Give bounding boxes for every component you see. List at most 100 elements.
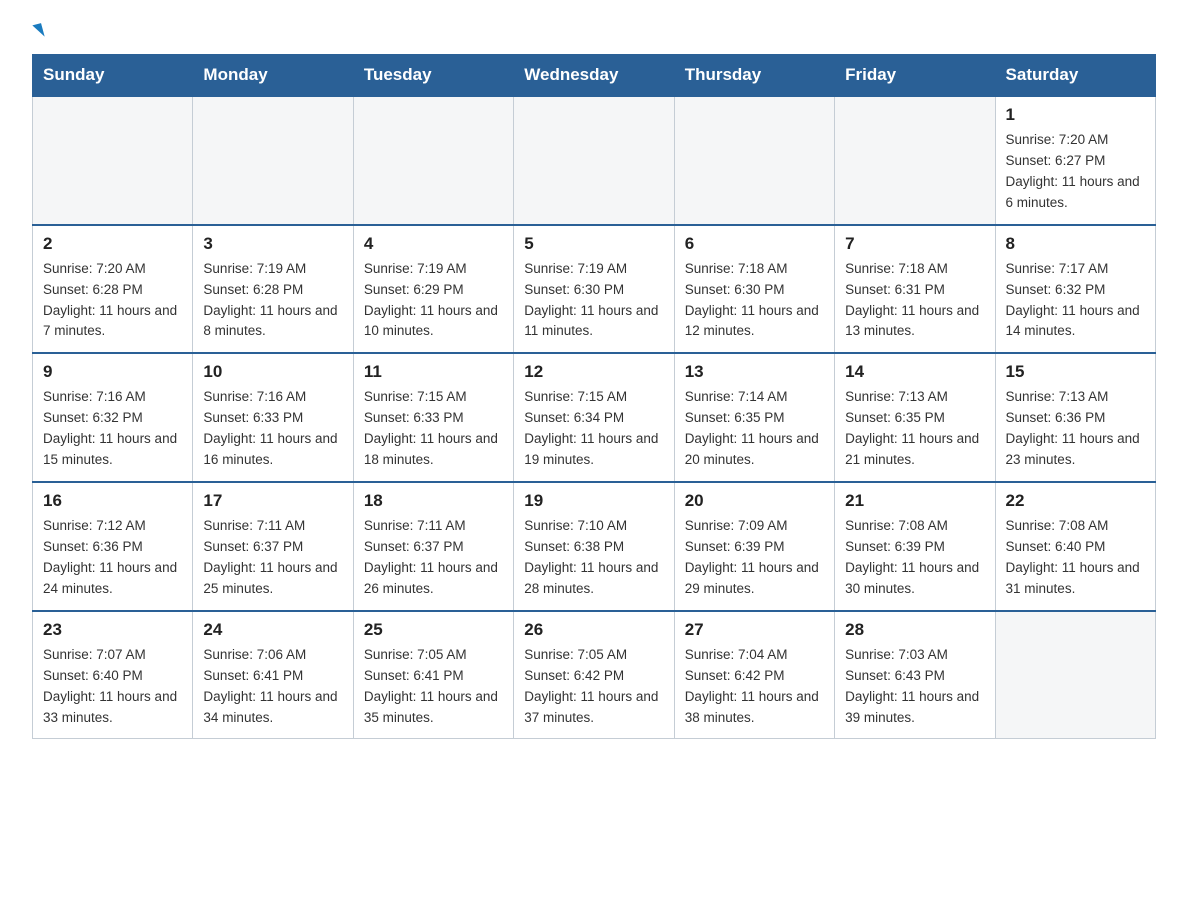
calendar-cell: 19 Sunrise: 7:10 AMSunset: 6:38 PMDayligh…	[514, 482, 674, 611]
calendar-cell: 24 Sunrise: 7:06 AMSunset: 6:41 PMDayligh…	[193, 611, 353, 739]
calendar-cell	[514, 96, 674, 225]
calendar-cell	[353, 96, 513, 225]
day-of-week-header: Monday	[193, 55, 353, 97]
day-info: Sunrise: 7:17 AMSunset: 6:32 PMDaylight:…	[1006, 259, 1145, 343]
calendar-cell: 17 Sunrise: 7:11 AMSunset: 6:37 PMDayligh…	[193, 482, 353, 611]
calendar-cell: 13 Sunrise: 7:14 AMSunset: 6:35 PMDayligh…	[674, 353, 834, 482]
day-info: Sunrise: 7:16 AMSunset: 6:32 PMDaylight:…	[43, 387, 182, 471]
calendar-cell: 18 Sunrise: 7:11 AMSunset: 6:37 PMDayligh…	[353, 482, 513, 611]
day-of-week-header: Sunday	[33, 55, 193, 97]
day-of-week-header: Friday	[835, 55, 995, 97]
calendar-cell: 4 Sunrise: 7:19 AMSunset: 6:29 PMDaylight…	[353, 225, 513, 354]
day-number: 1	[1006, 105, 1145, 125]
day-info: Sunrise: 7:19 AMSunset: 6:29 PMDaylight:…	[364, 259, 503, 343]
day-of-week-header: Thursday	[674, 55, 834, 97]
calendar-cell	[835, 96, 995, 225]
day-info: Sunrise: 7:11 AMSunset: 6:37 PMDaylight:…	[203, 516, 342, 600]
day-number: 20	[685, 491, 824, 511]
calendar-cell: 6 Sunrise: 7:18 AMSunset: 6:30 PMDaylight…	[674, 225, 834, 354]
day-number: 11	[364, 362, 503, 382]
calendar-week-row: 1 Sunrise: 7:20 AMSunset: 6:27 PMDaylight…	[33, 96, 1156, 225]
calendar-week-row: 23Sunrise: 7:07 AMSunset: 6:40 PMDayligh…	[33, 611, 1156, 739]
day-number: 24	[203, 620, 342, 640]
day-info: Sunrise: 7:20 AMSunset: 6:27 PMDaylight:…	[1006, 130, 1145, 214]
day-info: Sunrise: 7:12 AMSunset: 6:36 PMDaylight:…	[43, 516, 182, 600]
day-number: 22	[1006, 491, 1145, 511]
day-number: 17	[203, 491, 342, 511]
calendar-week-row: 9 Sunrise: 7:16 AMSunset: 6:32 PMDaylight…	[33, 353, 1156, 482]
day-number: 27	[685, 620, 824, 640]
logo	[32, 24, 43, 36]
calendar-cell	[674, 96, 834, 225]
day-info: Sunrise: 7:19 AMSunset: 6:28 PMDaylight:…	[203, 259, 342, 343]
day-info: Sunrise: 7:16 AMSunset: 6:33 PMDaylight:…	[203, 387, 342, 471]
day-of-week-header: Saturday	[995, 55, 1155, 97]
calendar-cell: 9 Sunrise: 7:16 AMSunset: 6:32 PMDaylight…	[33, 353, 193, 482]
calendar-week-row: 16 Sunrise: 7:12 AMSunset: 6:36 PMDayligh…	[33, 482, 1156, 611]
day-info: Sunrise: 7:09 AMSunset: 6:39 PMDaylight:…	[685, 516, 824, 600]
day-number: 15	[1006, 362, 1145, 382]
day-info: Sunrise: 7:18 AMSunset: 6:30 PMDaylight:…	[685, 259, 824, 343]
calendar-cell: 11 Sunrise: 7:15 AMSunset: 6:33 PMDayligh…	[353, 353, 513, 482]
day-info: Sunrise: 7:07 AMSunset: 6:40 PMDaylight:…	[43, 645, 182, 729]
day-number: 2	[43, 234, 182, 254]
calendar-cell: 20 Sunrise: 7:09 AMSunset: 6:39 PMDayligh…	[674, 482, 834, 611]
day-number: 7	[845, 234, 984, 254]
calendar-header-row: SundayMondayTuesdayWednesdayThursdayFrid…	[33, 55, 1156, 97]
calendar-table: SundayMondayTuesdayWednesdayThursdayFrid…	[32, 54, 1156, 739]
calendar-cell: 5 Sunrise: 7:19 AMSunset: 6:30 PMDaylight…	[514, 225, 674, 354]
calendar-cell: 3 Sunrise: 7:19 AMSunset: 6:28 PMDaylight…	[193, 225, 353, 354]
day-number: 18	[364, 491, 503, 511]
day-info: Sunrise: 7:05 AMSunset: 6:42 PMDaylight:…	[524, 645, 663, 729]
calendar-cell: 23Sunrise: 7:07 AMSunset: 6:40 PMDayligh…	[33, 611, 193, 739]
calendar-cell: 15Sunrise: 7:13 AMSunset: 6:36 PMDayligh…	[995, 353, 1155, 482]
calendar-cell: 21 Sunrise: 7:08 AMSunset: 6:39 PMDayligh…	[835, 482, 995, 611]
calendar-cell: 7 Sunrise: 7:18 AMSunset: 6:31 PMDaylight…	[835, 225, 995, 354]
day-number: 3	[203, 234, 342, 254]
calendar-cell: 1 Sunrise: 7:20 AMSunset: 6:27 PMDaylight…	[995, 96, 1155, 225]
calendar-cell: 28Sunrise: 7:03 AMSunset: 6:43 PMDayligh…	[835, 611, 995, 739]
day-number: 25	[364, 620, 503, 640]
day-info: Sunrise: 7:10 AMSunset: 6:38 PMDaylight:…	[524, 516, 663, 600]
day-number: 10	[203, 362, 342, 382]
calendar-cell: 10 Sunrise: 7:16 AMSunset: 6:33 PMDayligh…	[193, 353, 353, 482]
day-info: Sunrise: 7:15 AMSunset: 6:34 PMDaylight:…	[524, 387, 663, 471]
calendar-cell: 8 Sunrise: 7:17 AMSunset: 6:32 PMDaylight…	[995, 225, 1155, 354]
day-info: Sunrise: 7:14 AMSunset: 6:35 PMDaylight:…	[685, 387, 824, 471]
day-info: Sunrise: 7:04 AMSunset: 6:42 PMDaylight:…	[685, 645, 824, 729]
day-info: Sunrise: 7:06 AMSunset: 6:41 PMDaylight:…	[203, 645, 342, 729]
day-number: 9	[43, 362, 182, 382]
day-number: 13	[685, 362, 824, 382]
page-header	[32, 24, 1156, 36]
day-of-week-header: Tuesday	[353, 55, 513, 97]
day-info: Sunrise: 7:08 AMSunset: 6:39 PMDaylight:…	[845, 516, 984, 600]
day-info: Sunrise: 7:19 AMSunset: 6:30 PMDaylight:…	[524, 259, 663, 343]
day-number: 6	[685, 234, 824, 254]
day-number: 16	[43, 491, 182, 511]
day-number: 21	[845, 491, 984, 511]
logo-arrow-icon	[32, 23, 44, 39]
calendar-cell: 2 Sunrise: 7:20 AMSunset: 6:28 PMDaylight…	[33, 225, 193, 354]
calendar-cell: 22 Sunrise: 7:08 AMSunset: 6:40 PMDayligh…	[995, 482, 1155, 611]
day-info: Sunrise: 7:18 AMSunset: 6:31 PMDaylight:…	[845, 259, 984, 343]
day-number: 8	[1006, 234, 1145, 254]
day-number: 4	[364, 234, 503, 254]
day-info: Sunrise: 7:11 AMSunset: 6:37 PMDaylight:…	[364, 516, 503, 600]
day-number: 14	[845, 362, 984, 382]
calendar-cell: 26Sunrise: 7:05 AMSunset: 6:42 PMDayligh…	[514, 611, 674, 739]
day-number: 12	[524, 362, 663, 382]
calendar-cell: 14Sunrise: 7:13 AMSunset: 6:35 PMDayligh…	[835, 353, 995, 482]
day-info: Sunrise: 7:08 AMSunset: 6:40 PMDaylight:…	[1006, 516, 1145, 600]
calendar-week-row: 2 Sunrise: 7:20 AMSunset: 6:28 PMDaylight…	[33, 225, 1156, 354]
calendar-cell: 27 Sunrise: 7:04 AMSunset: 6:42 PMDayligh…	[674, 611, 834, 739]
day-info: Sunrise: 7:15 AMSunset: 6:33 PMDaylight:…	[364, 387, 503, 471]
calendar-cell: 12 Sunrise: 7:15 AMSunset: 6:34 PMDayligh…	[514, 353, 674, 482]
day-number: 19	[524, 491, 663, 511]
calendar-cell	[33, 96, 193, 225]
calendar-cell: 25 Sunrise: 7:05 AMSunset: 6:41 PMDayligh…	[353, 611, 513, 739]
day-info: Sunrise: 7:20 AMSunset: 6:28 PMDaylight:…	[43, 259, 182, 343]
calendar-cell	[193, 96, 353, 225]
day-info: Sunrise: 7:05 AMSunset: 6:41 PMDaylight:…	[364, 645, 503, 729]
day-number: 5	[524, 234, 663, 254]
calendar-cell	[995, 611, 1155, 739]
